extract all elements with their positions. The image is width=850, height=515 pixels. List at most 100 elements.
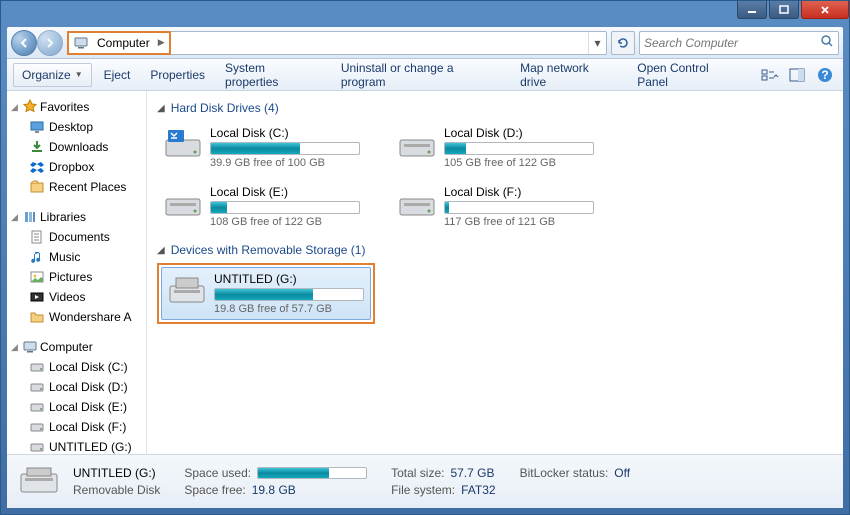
back-button[interactable] — [11, 30, 37, 56]
sidebar-item[interactable]: UNTITLED (G:) — [9, 437, 144, 454]
content-area: ◢ Hard Disk Drives (4) Local Disk (C:) 39… — [147, 91, 843, 454]
hdd-icon — [29, 419, 45, 435]
refresh-button[interactable] — [611, 31, 635, 55]
space-used-bar — [257, 467, 367, 479]
organize-menu[interactable]: Organize ▼ — [13, 63, 92, 87]
drive-free-text: 108 GB free of 122 GB — [210, 216, 362, 228]
sidebar-item-label: Recent Places — [49, 180, 126, 194]
titlebar — [1, 1, 849, 27]
highlight-box: UNTITLED (G:) 19.8 GB free of 57.7 GB — [157, 263, 375, 324]
drive-item[interactable]: UNTITLED (G:) 19.8 GB free of 57.7 GB — [161, 267, 371, 320]
disclosure-triangle-icon: ◢ — [11, 102, 20, 113]
filesystem-label: File system: — [391, 483, 455, 497]
command-bar: Organize ▼ Eject Properties System prope… — [7, 59, 843, 91]
computer-icon — [22, 339, 38, 355]
chevron-right-icon[interactable]: ▶ — [158, 37, 165, 48]
filesystem-value: FAT32 — [461, 483, 495, 497]
search-icon — [820, 34, 834, 51]
drive-item[interactable]: Local Disk (C:) 39.9 GB free of 100 GB — [157, 121, 367, 174]
removable-icon — [166, 272, 208, 310]
capacity-bar — [214, 288, 364, 301]
library-icon — [22, 209, 38, 225]
sidebar-item-label: Local Disk (C:) — [49, 360, 128, 374]
sidebar-item-label: Wondershare A — [49, 310, 132, 324]
sidebar-item-label: Dropbox — [49, 160, 94, 174]
sidebar-item-label: UNTITLED (G:) — [49, 440, 132, 454]
properties-button[interactable]: Properties — [142, 64, 213, 86]
view-options-button[interactable] — [758, 64, 782, 86]
computer-icon — [73, 35, 89, 51]
space-free-value: 19.8 GB — [252, 483, 296, 497]
help-button[interactable]: ? — [813, 64, 837, 86]
hdd-icon — [396, 185, 438, 223]
drive-item[interactable]: Local Disk (E:) 108 GB free of 122 GB — [157, 180, 367, 233]
hdd-icon — [29, 439, 45, 454]
map-drive-button[interactable]: Map network drive — [512, 57, 625, 93]
dropbox-icon — [29, 159, 45, 175]
sidebar-item[interactable]: Desktop — [9, 117, 144, 137]
forward-button[interactable] — [37, 30, 63, 56]
details-type: Removable Disk — [73, 483, 160, 497]
sidebar-item[interactable]: Local Disk (C:) — [9, 357, 144, 377]
drive-name: Local Disk (D:) — [444, 126, 596, 140]
sidebar-item-label: Local Disk (D:) — [49, 380, 128, 394]
disclosure-triangle-icon[interactable]: ◢ — [157, 103, 165, 114]
hdd-icon — [162, 185, 204, 223]
folder-icon — [29, 309, 45, 325]
sidebar-item-label: Music — [49, 250, 80, 264]
sidebar-group-favorites[interactable]: ◢Favorites — [9, 97, 144, 117]
uninstall-button[interactable]: Uninstall or change a program — [333, 57, 508, 93]
capacity-bar — [444, 201, 594, 214]
system-properties-button[interactable]: System properties — [217, 57, 329, 93]
breadcrumb-item[interactable]: Computer — [93, 34, 154, 52]
sidebar-group-libraries[interactable]: ◢Libraries — [9, 207, 144, 227]
address-bar[interactable]: Computer ▶ ▾ — [67, 31, 607, 55]
close-button[interactable] — [801, 1, 849, 19]
sidebar-item[interactable]: Videos — [9, 287, 144, 307]
picture-icon — [29, 269, 45, 285]
sidebar-item[interactable]: Downloads — [9, 137, 144, 157]
disclosure-triangle-icon[interactable]: ◢ — [157, 245, 165, 256]
search-input[interactable] — [644, 36, 820, 50]
svg-text:?: ? — [821, 68, 828, 82]
sidebar-item-label: Documents — [49, 230, 110, 244]
sidebar-group-computer[interactable]: ◢Computer — [9, 337, 144, 357]
sidebar-item-label: Pictures — [49, 270, 92, 284]
sidebar-item[interactable]: Dropbox — [9, 157, 144, 177]
preview-pane-button[interactable] — [785, 64, 809, 86]
sidebar-item[interactable]: Wondershare A — [9, 307, 144, 327]
sidebar-item[interactable]: Pictures — [9, 267, 144, 287]
download-icon — [29, 139, 45, 155]
sidebar-item[interactable]: Music — [9, 247, 144, 267]
section-title: Hard Disk Drives (4) — [171, 101, 279, 115]
search-box[interactable] — [639, 31, 839, 55]
nav-bar: Computer ▶ ▾ — [7, 27, 843, 59]
drive-name: UNTITLED (G:) — [214, 272, 366, 286]
space-free-label: Space free: — [184, 483, 245, 497]
minimize-button[interactable] — [737, 1, 767, 19]
drive-item[interactable]: Local Disk (F:) 117 GB free of 121 GB — [391, 180, 601, 233]
sidebar-item[interactable]: Recent Places — [9, 177, 144, 197]
sidebar-item[interactable]: Local Disk (D:) — [9, 377, 144, 397]
music-icon — [29, 249, 45, 265]
drive-name: Local Disk (E:) — [210, 185, 362, 199]
details-pane: UNTITLED (G:) Removable Disk Space used:… — [7, 454, 843, 508]
capacity-bar — [444, 142, 594, 155]
sidebar-item[interactable]: Documents — [9, 227, 144, 247]
capacity-bar — [210, 142, 360, 155]
drive-item[interactable]: Local Disk (D:) 105 GB free of 122 GB — [391, 121, 601, 174]
hdd-icon — [29, 379, 45, 395]
maximize-button[interactable] — [769, 1, 799, 19]
sidebar-item-label: Local Disk (F:) — [49, 420, 126, 434]
control-panel-button[interactable]: Open Control Panel — [629, 57, 749, 93]
address-dropdown[interactable]: ▾ — [588, 32, 606, 54]
disclosure-triangle-icon: ◢ — [11, 342, 20, 353]
capacity-bar — [210, 201, 360, 214]
sidebar-item[interactable]: Local Disk (F:) — [9, 417, 144, 437]
sidebar-item-label: Downloads — [49, 140, 108, 154]
eject-button[interactable]: Eject — [96, 64, 139, 86]
navigation-pane: ◢FavoritesDesktop Downloads Dropbox Recent … — [7, 91, 147, 454]
sidebar-item[interactable]: Local Disk (E:) — [9, 397, 144, 417]
hdd-win-icon — [162, 126, 204, 164]
star-icon — [22, 99, 38, 115]
